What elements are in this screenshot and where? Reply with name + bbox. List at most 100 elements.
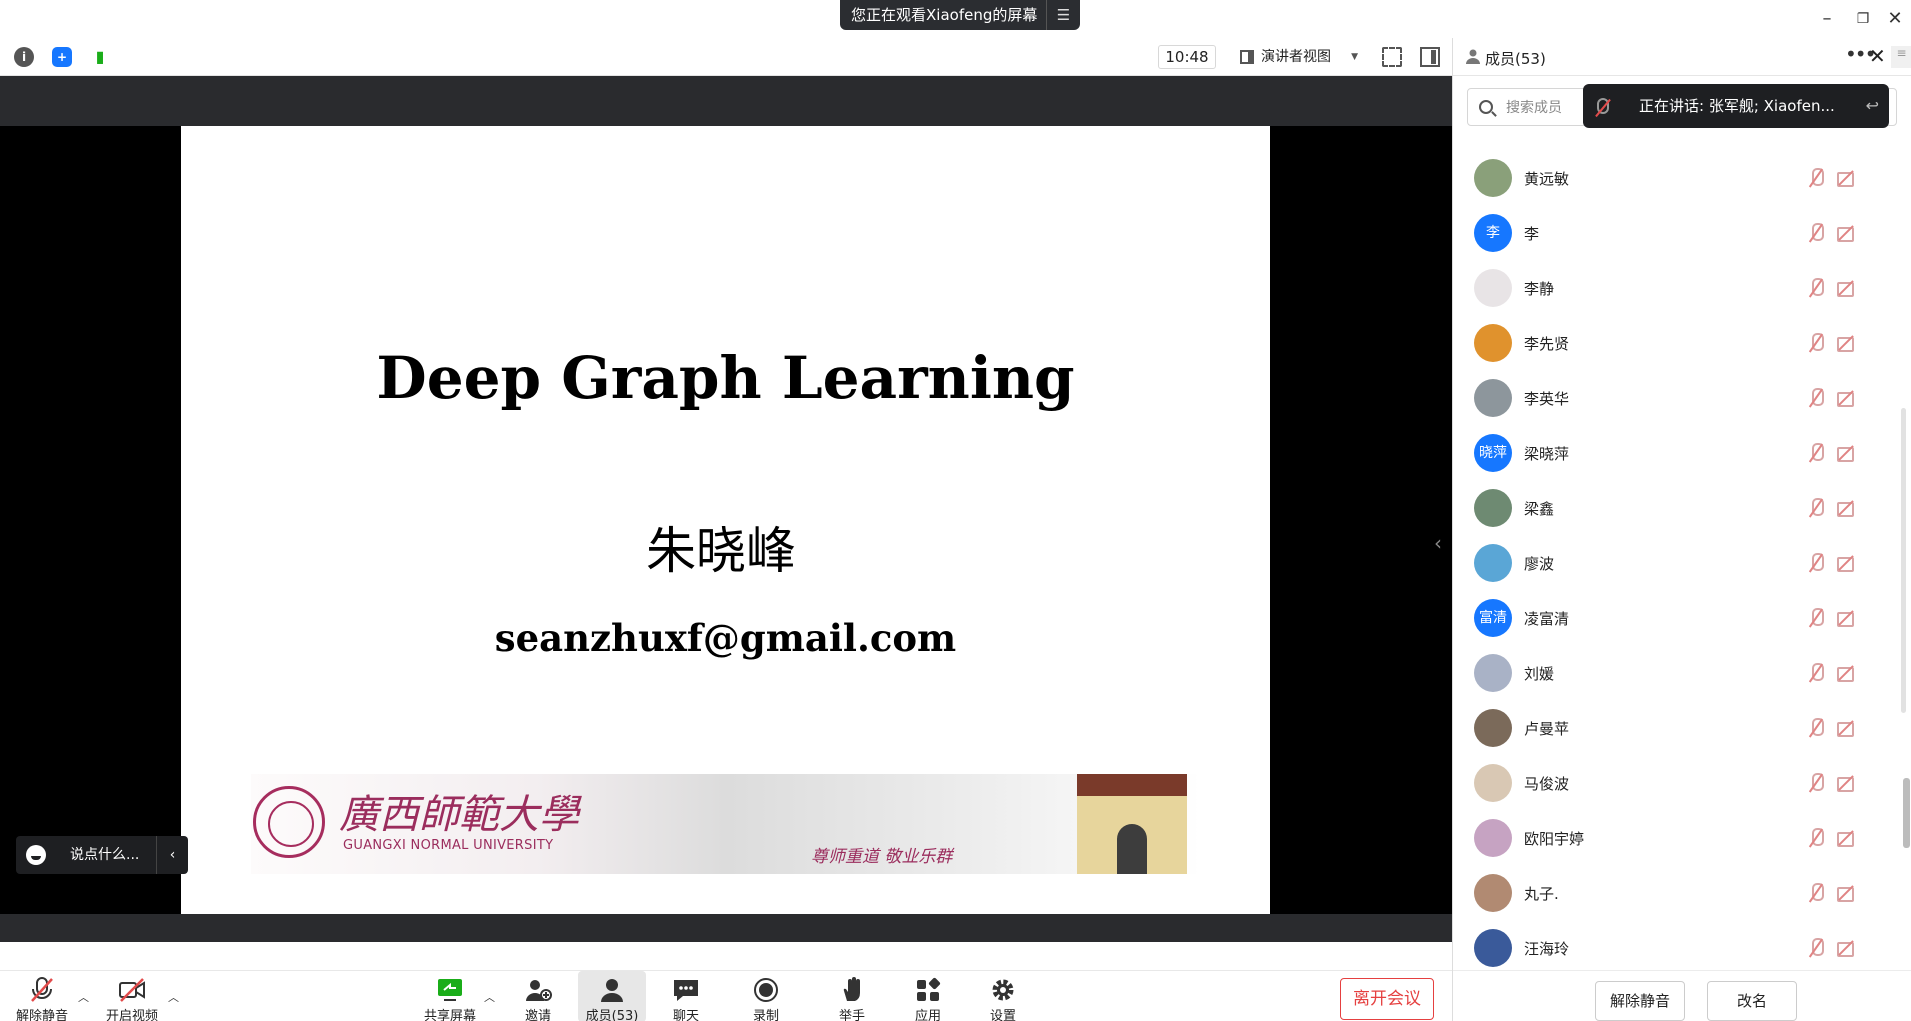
video-off-icon[interactable] xyxy=(1837,226,1857,242)
panel-menu-icon[interactable]: ≡ xyxy=(1891,46,1911,68)
apps-button[interactable]: 应用 xyxy=(898,971,958,1021)
minimize-icon[interactable]: – xyxy=(1813,6,1841,32)
fullscreen-icon[interactable] xyxy=(1382,47,1402,67)
avatar xyxy=(1474,874,1512,912)
unmute-all-button[interactable]: 解除静音 xyxy=(1595,981,1685,1021)
member-row[interactable]: 李静 xyxy=(1453,262,1911,317)
mic-muted-icon[interactable] xyxy=(1809,883,1824,903)
video-off-icon[interactable] xyxy=(1837,336,1857,352)
unmute-label: 解除静音 xyxy=(15,1009,68,1021)
apps-label: 应用 xyxy=(914,1009,941,1021)
speaker-view-dropdown[interactable]: 演讲者视图 ▼ xyxy=(1234,45,1364,69)
mic-muted-icon[interactable] xyxy=(1809,938,1824,958)
share-screen-button[interactable]: 共享屏幕 xyxy=(418,971,482,1021)
member-row[interactable]: 汪海玲 xyxy=(1453,922,1911,977)
settings-button[interactable]: 设置 xyxy=(973,971,1033,1021)
member-name: 卢曼苹 xyxy=(1524,720,1570,738)
audio-options-caret-icon[interactable]: ︿ xyxy=(78,989,89,1005)
member-row[interactable]: 李李 xyxy=(1453,207,1911,262)
mic-muted-icon[interactable] xyxy=(1809,443,1824,463)
banner-menu-icon[interactable]: ☰ xyxy=(1046,0,1080,30)
mic-muted-icon[interactable] xyxy=(1809,663,1824,683)
record-button[interactable]: 录制 xyxy=(736,971,796,1021)
member-name: 黄远敏 xyxy=(1524,170,1570,188)
leave-meeting-button[interactable]: 离开会议 xyxy=(1340,978,1434,1020)
video-off-icon[interactable] xyxy=(1837,446,1857,462)
avatar xyxy=(1474,709,1512,747)
mic-muted-icon[interactable] xyxy=(1809,773,1824,793)
collapse-chat-icon[interactable]: ‹ xyxy=(156,836,188,874)
mic-muted-icon[interactable] xyxy=(1809,553,1824,573)
member-row[interactable]: 廖波 xyxy=(1453,537,1911,592)
settings-label: 设置 xyxy=(989,1009,1016,1021)
member-row[interactable]: 卢曼苹 xyxy=(1453,702,1911,757)
member-row[interactable]: 黄远敏 xyxy=(1453,152,1911,207)
university-name-en: GUANGXI NORMAL UNIVERSITY xyxy=(343,838,554,853)
video-off-icon[interactable] xyxy=(1837,171,1857,187)
video-off-icon[interactable] xyxy=(1837,281,1857,297)
close-panel-icon[interactable]: ✕ xyxy=(1869,44,1886,68)
video-off-icon[interactable] xyxy=(1837,611,1857,627)
mic-muted-icon[interactable] xyxy=(1809,828,1824,848)
member-list-scrollbar-thumb[interactable] xyxy=(1903,778,1910,848)
unmute-button[interactable]: 解除静音 xyxy=(10,971,74,1021)
avatar xyxy=(1474,324,1512,362)
reply-arrow-icon[interactable]: ↩ xyxy=(1866,84,1879,128)
mic-muted-icon[interactable] xyxy=(1809,278,1824,298)
member-row[interactable]: 富清 凌富清 xyxy=(1453,592,1911,647)
member-list-scrollbar-track[interactable] xyxy=(1901,408,1906,713)
video-off-icon[interactable] xyxy=(1837,776,1857,792)
video-off-icon[interactable] xyxy=(1837,831,1857,847)
share-options-caret-icon[interactable]: ︿ xyxy=(484,989,495,1005)
member-row[interactable]: 晓萍 梁晓萍 xyxy=(1453,427,1911,482)
avatar xyxy=(1474,819,1512,857)
restore-icon[interactable]: ❐ xyxy=(1849,6,1877,32)
member-row[interactable]: 马俊波 xyxy=(1453,757,1911,812)
quick-chat-box[interactable]: 说点什么... ‹ xyxy=(16,836,188,874)
video-options-caret-icon[interactable]: ︿ xyxy=(168,989,179,1005)
video-off-icon[interactable] xyxy=(1837,886,1857,902)
close-window-icon[interactable]: ✕ xyxy=(1881,6,1909,32)
video-off-icon[interactable] xyxy=(1837,721,1857,737)
mic-muted-icon[interactable] xyxy=(1809,333,1824,353)
member-name: 丸子. xyxy=(1524,885,1559,903)
member-row[interactable]: 李先贤 xyxy=(1453,317,1911,372)
raise-hand-button[interactable]: 举手 xyxy=(822,971,882,1021)
mic-muted-icon[interactable] xyxy=(1809,388,1824,408)
mic-muted-icon[interactable] xyxy=(1809,223,1824,243)
avatar: 李 xyxy=(1474,214,1512,252)
info-icon[interactable]: i xyxy=(14,47,34,67)
rename-button[interactable]: 改名 xyxy=(1707,981,1797,1021)
emoji-icon[interactable] xyxy=(26,845,46,865)
slide-author: 朱晓峰 xyxy=(646,522,796,580)
signal-strength-icon[interactable]: ▮ xyxy=(90,47,110,67)
toggle-panel-icon[interactable] xyxy=(1420,47,1440,67)
video-off-icon[interactable] xyxy=(1837,391,1857,407)
video-off-icon[interactable] xyxy=(1837,666,1857,682)
quick-chat-placeholder: 说点什么... xyxy=(70,847,140,863)
member-row[interactable]: 梁鑫 xyxy=(1453,482,1911,537)
member-row[interactable]: 丸子. xyxy=(1453,867,1911,922)
start-video-button[interactable]: 开启视频 xyxy=(100,971,164,1021)
chevron-left-icon[interactable]: ‹ xyxy=(1434,531,1442,555)
mic-muted-icon[interactable] xyxy=(1809,498,1824,518)
member-name: 刘媛 xyxy=(1524,665,1555,683)
member-row[interactable]: 欧阳宇婷 xyxy=(1453,812,1911,867)
video-off-icon[interactable] xyxy=(1837,501,1857,517)
mic-muted-icon[interactable] xyxy=(1809,608,1824,628)
mic-muted-icon xyxy=(1597,98,1609,114)
member-row[interactable]: 刘媛 xyxy=(1453,647,1911,702)
member-row[interactable]: 李英华 xyxy=(1453,372,1911,427)
members-button[interactable]: 成员(53) xyxy=(578,971,646,1021)
member-name: 李 xyxy=(1524,225,1540,243)
member-name: 凌富清 xyxy=(1524,610,1570,628)
video-off-icon[interactable] xyxy=(1837,556,1857,572)
invite-button[interactable]: 邀请 xyxy=(508,971,568,1021)
chat-button[interactable]: 聊天 xyxy=(656,971,716,1021)
mic-muted-icon[interactable] xyxy=(1809,718,1824,738)
mic-muted-icon[interactable] xyxy=(1809,168,1824,188)
video-off-icon[interactable] xyxy=(1837,941,1857,957)
mic-off-icon xyxy=(28,977,56,1003)
university-seal-logo xyxy=(253,786,325,858)
security-shield-icon[interactable]: + xyxy=(52,47,72,67)
